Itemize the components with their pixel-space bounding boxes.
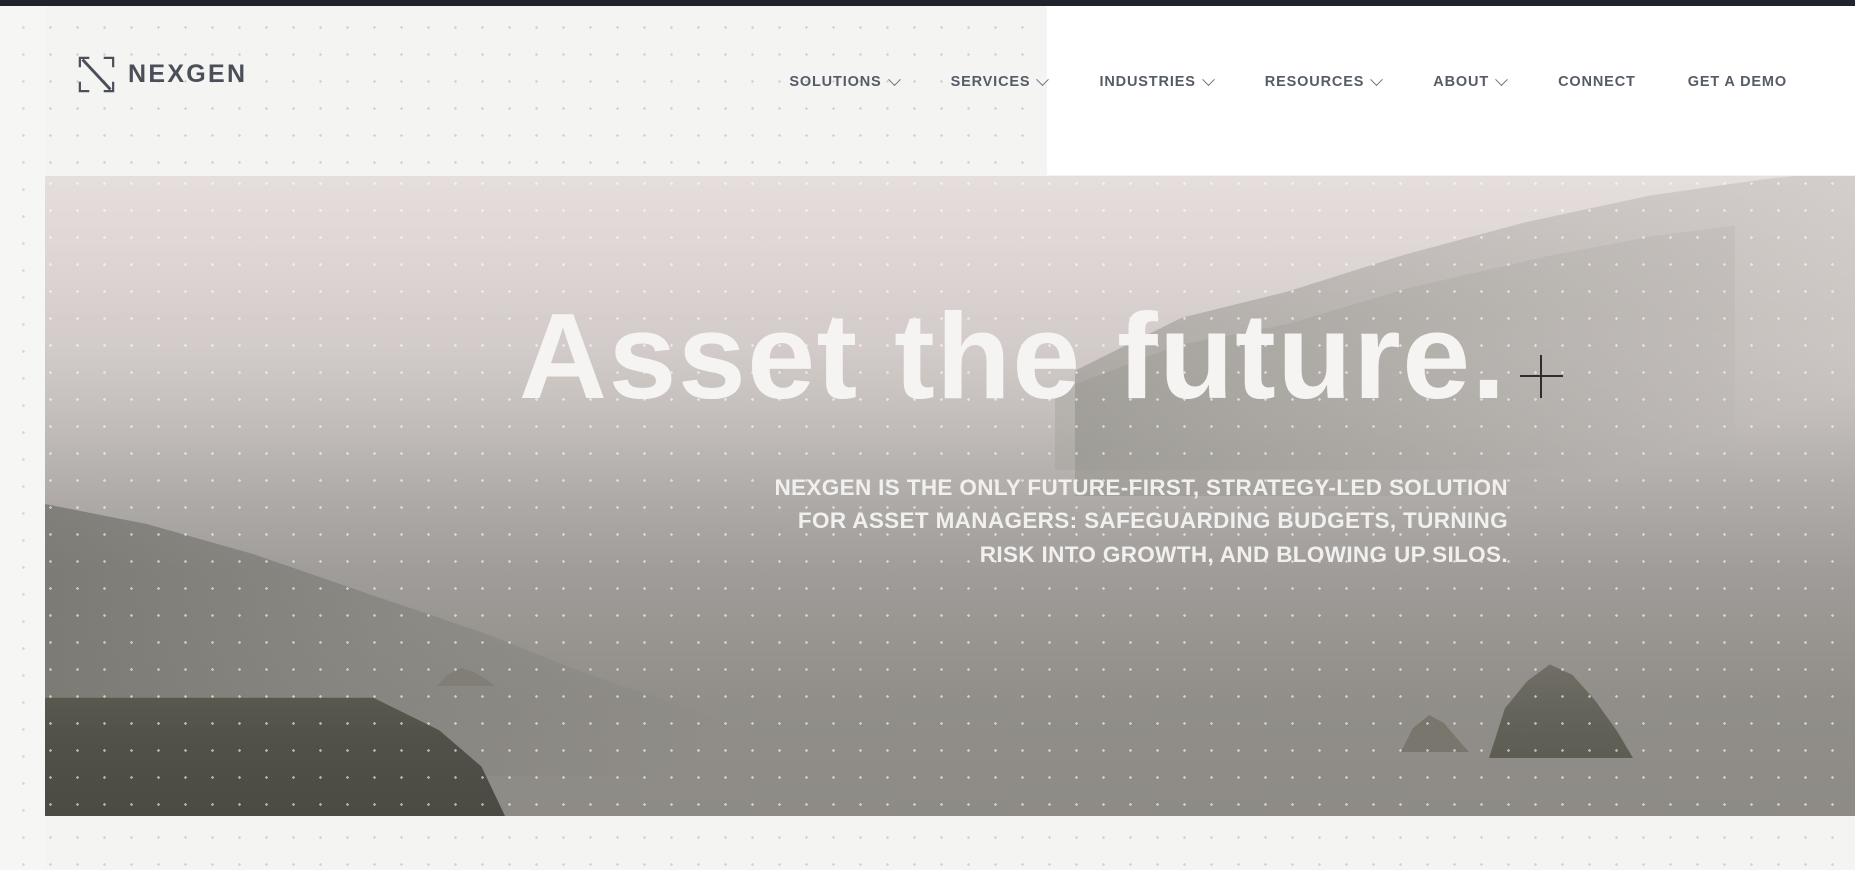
nav-item-about[interactable]: ABOUT: [1407, 68, 1532, 96]
brand-logo-link[interactable]: NEXGEN: [78, 56, 247, 93]
chevron-down-icon: [887, 72, 901, 86]
nexgen-logo-icon: [78, 56, 115, 93]
browser-top-strip: [0, 0, 1855, 6]
hero-subheadline-line-2: FOR ASSET MANAGERS: SAFEGUARDING BUDGETS…: [797, 508, 1508, 534]
nav-item-label: INDUSTRIES: [1099, 74, 1196, 90]
nav-item-resources[interactable]: RESOURCES: [1239, 68, 1408, 96]
nav-item-get-a-demo[interactable]: GET A DEMO: [1662, 68, 1813, 96]
nav-item-industries[interactable]: INDUSTRIES: [1073, 68, 1238, 96]
nav-item-label: ABOUT: [1433, 74, 1490, 90]
hero-subheadline: NEXGEN IS THE ONLY FUTURE-FIRST, STRATEG…: [45, 471, 1508, 571]
chevron-down-icon: [1495, 72, 1508, 86]
hero-headline: Asset the future.: [518, 288, 1507, 424]
nav-item-label: CONNECT: [1558, 74, 1636, 90]
chevron-down-icon: [1036, 72, 1050, 86]
nav-item-services[interactable]: SERVICES: [925, 68, 1074, 96]
chevron-down-icon: [1201, 72, 1215, 86]
chevron-down-icon: [1370, 72, 1384, 86]
nav-item-label: SERVICES: [950, 74, 1031, 90]
nav-item-solutions[interactable]: SOLUTIONS: [763, 68, 924, 96]
page-root: NEXGEN SOLUTIONS SERVICES INDUSTRIES RES…: [0, 0, 1855, 870]
nav-item-connect[interactable]: CONNECT: [1532, 68, 1662, 96]
hero-subheadline-line-1: NEXGEN IS THE ONLY FUTURE-FIRST, STRATEG…: [774, 475, 1508, 500]
hero-subheadline-line-3: RISK INTO GROWTH, AND BLOWING UP SILOS.: [979, 541, 1508, 567]
nav-item-label: GET A DEMO: [1687, 74, 1787, 90]
nav-item-label: SOLUTIONS: [789, 74, 882, 90]
site-header: NEXGEN SOLUTIONS SERVICES INDUSTRIES RES…: [0, 6, 1855, 175]
brand-name: NEXGEN: [128, 60, 248, 88]
nav-item-label: RESOURCES: [1264, 74, 1365, 90]
main-navigation: SOLUTIONS SERVICES INDUSTRIES RESOURCES …: [763, 68, 1813, 96]
hero-section: Asset the future. NEXGEN IS THE ONLY FUT…: [45, 176, 1855, 816]
hero-copy: Asset the future. NEXGEN IS THE ONLY FUT…: [45, 176, 1855, 816]
